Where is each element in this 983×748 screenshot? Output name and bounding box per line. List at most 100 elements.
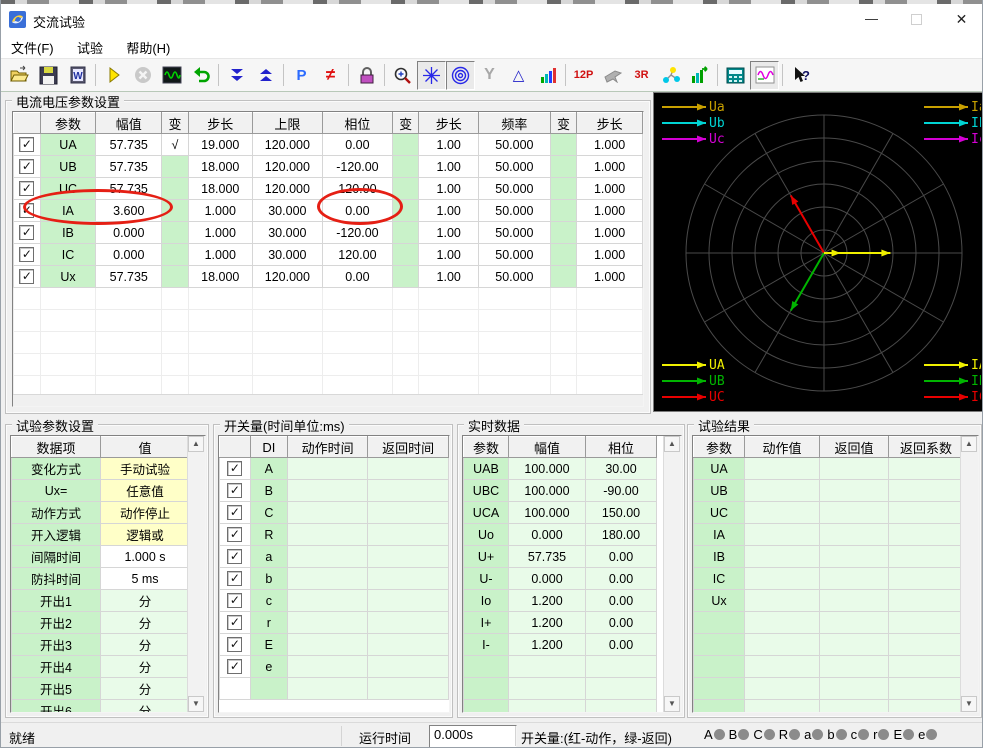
cell-step3[interactable]: 1.000 bbox=[577, 156, 643, 178]
cell-di[interactable]: B bbox=[250, 480, 287, 502]
column-header[interactable]: 步长 bbox=[188, 113, 252, 134]
cell-step3[interactable]: 1.000 bbox=[577, 200, 643, 222]
cell-label[interactable]: 开出2 bbox=[12, 612, 101, 634]
checkbox[interactable]: ✓ bbox=[227, 461, 242, 476]
export-report-button[interactable]: W bbox=[63, 61, 92, 90]
column-header[interactable]: 步长 bbox=[419, 113, 479, 134]
cell-step2[interactable]: 1.00 bbox=[419, 156, 479, 178]
cell-param[interactable]: IB bbox=[40, 222, 96, 244]
column-header[interactable]: 参数 bbox=[40, 113, 96, 134]
checkbox[interactable]: ✓ bbox=[227, 483, 242, 498]
column-header[interactable]: 返回时间 bbox=[368, 437, 449, 458]
column-header[interactable]: 参数 bbox=[694, 437, 745, 458]
cell-freq[interactable]: 50.000 bbox=[479, 134, 551, 156]
cell-label[interactable]: 开出6 bbox=[12, 700, 101, 714]
scroll-down-button[interactable]: ▼ bbox=[664, 696, 680, 712]
cell-param[interactable]: IB bbox=[694, 546, 745, 568]
cell-label[interactable]: 开出5 bbox=[12, 678, 101, 700]
cell-limit[interactable]: 120.000 bbox=[252, 156, 322, 178]
cell-di[interactable]: r bbox=[250, 612, 287, 634]
cell-ret[interactable] bbox=[820, 458, 889, 480]
scroll-up-button[interactable]: ▲ bbox=[664, 436, 680, 452]
column-header[interactable]: 幅值 bbox=[96, 113, 162, 134]
cell-var1[interactable] bbox=[162, 200, 188, 222]
cell-label[interactable]: 开出1 bbox=[12, 590, 101, 612]
column-header[interactable]: 上限 bbox=[252, 113, 322, 134]
column-header[interactable] bbox=[220, 437, 251, 458]
fault-trigger-button[interactable]: ≠ bbox=[316, 61, 345, 90]
cell-phase[interactable]: 30.00 bbox=[586, 458, 657, 480]
cell-coef[interactable] bbox=[889, 458, 964, 480]
increase-value-button[interactable] bbox=[251, 61, 280, 90]
cell-t_on[interactable] bbox=[287, 568, 368, 590]
cell-value[interactable]: 任意值 bbox=[101, 480, 190, 502]
vector-circle-view-button[interactable] bbox=[446, 61, 475, 90]
delta-connection-button[interactable]: △ bbox=[504, 61, 533, 90]
save-file-button[interactable] bbox=[34, 61, 63, 90]
cell-act[interactable] bbox=[745, 458, 820, 480]
cell-step1[interactable]: 1.000 bbox=[188, 200, 252, 222]
cell-var1[interactable] bbox=[162, 156, 188, 178]
cell-t_on[interactable] bbox=[287, 502, 368, 524]
scroll-up-button[interactable]: ▲ bbox=[188, 436, 204, 452]
cell-step1[interactable]: 18.000 bbox=[188, 178, 252, 200]
cell-phase[interactable]: -120.00 bbox=[322, 156, 392, 178]
cell-value[interactable]: 分 bbox=[101, 612, 190, 634]
cell-phase[interactable]: 0.00 bbox=[322, 266, 392, 288]
cell-step1[interactable]: 18.000 bbox=[188, 156, 252, 178]
cell-var2[interactable] bbox=[392, 156, 418, 178]
zoom-button[interactable] bbox=[388, 61, 417, 90]
cell-param[interactable]: IC bbox=[40, 244, 96, 266]
cell-t_on[interactable] bbox=[287, 612, 368, 634]
cell-label[interactable]: 开出3 bbox=[12, 634, 101, 656]
cell-var2[interactable] bbox=[392, 266, 418, 288]
menu-help[interactable]: 帮助(H) bbox=[116, 34, 180, 57]
cell-amp[interactable]: 1.200 bbox=[509, 612, 586, 634]
cell-amp[interactable]: 57.735 bbox=[96, 156, 162, 178]
cell-ret[interactable] bbox=[820, 524, 889, 546]
cell-coef[interactable] bbox=[889, 524, 964, 546]
cell-param[interactable]: Ux bbox=[40, 266, 96, 288]
cell-limit[interactable]: 30.000 bbox=[252, 222, 322, 244]
context-help-button[interactable]: ? bbox=[786, 61, 815, 90]
checkbox[interactable]: ✓ bbox=[227, 549, 242, 564]
cell-var1[interactable] bbox=[162, 244, 188, 266]
column-header[interactable] bbox=[14, 113, 41, 134]
cell-phase[interactable]: 0.00 bbox=[586, 612, 657, 634]
menu-test[interactable]: 试验 bbox=[67, 34, 113, 57]
cell-value[interactable]: 手动试验 bbox=[101, 458, 190, 480]
cell-value[interactable]: 分 bbox=[101, 700, 190, 714]
checkbox[interactable]: ✓ bbox=[227, 659, 242, 674]
cell-step2[interactable]: 1.00 bbox=[419, 266, 479, 288]
cell-label[interactable]: 变化方式 bbox=[12, 458, 101, 480]
column-header[interactable]: 参数 bbox=[464, 437, 509, 458]
cell-ret[interactable] bbox=[820, 480, 889, 502]
cell-param[interactable]: Ux bbox=[694, 590, 745, 612]
cell-amp[interactable]: 1.200 bbox=[509, 590, 586, 612]
checkbox[interactable]: ✓ bbox=[227, 637, 242, 652]
cell-act[interactable] bbox=[745, 502, 820, 524]
cell-param[interactable]: I+ bbox=[464, 612, 509, 634]
cell-t_off[interactable] bbox=[368, 458, 449, 480]
cell-amp[interactable]: 0.000 bbox=[509, 568, 586, 590]
start-test-button[interactable] bbox=[99, 61, 128, 90]
cell-amp[interactable]: 3.600 bbox=[96, 200, 162, 222]
cell-amp[interactable]: 0.000 bbox=[96, 244, 162, 266]
cell-phase[interactable]: 0.00 bbox=[586, 590, 657, 612]
cell-step1[interactable]: 19.000 bbox=[188, 134, 252, 156]
minimize-button[interactable]: — bbox=[849, 4, 894, 34]
column-header[interactable]: 步长 bbox=[577, 113, 643, 134]
cell-label[interactable]: 间隔时间 bbox=[12, 546, 101, 568]
cell-step3[interactable]: 1.000 bbox=[577, 266, 643, 288]
cell-t_on[interactable] bbox=[287, 458, 368, 480]
column-header[interactable]: 返回系数 bbox=[889, 437, 964, 458]
checkbox[interactable]: ✓ bbox=[19, 269, 34, 284]
cell-phase[interactable]: 180.00 bbox=[586, 524, 657, 546]
cell-phase[interactable]: 0.00 bbox=[586, 634, 657, 656]
cell-var2[interactable] bbox=[392, 178, 418, 200]
scroll-down-button[interactable]: ▼ bbox=[188, 696, 204, 712]
column-header[interactable]: 相位 bbox=[322, 113, 392, 134]
cell-param[interactable]: IA bbox=[40, 200, 96, 222]
cell-param[interactable]: IA bbox=[694, 524, 745, 546]
cell-t_on[interactable] bbox=[287, 546, 368, 568]
